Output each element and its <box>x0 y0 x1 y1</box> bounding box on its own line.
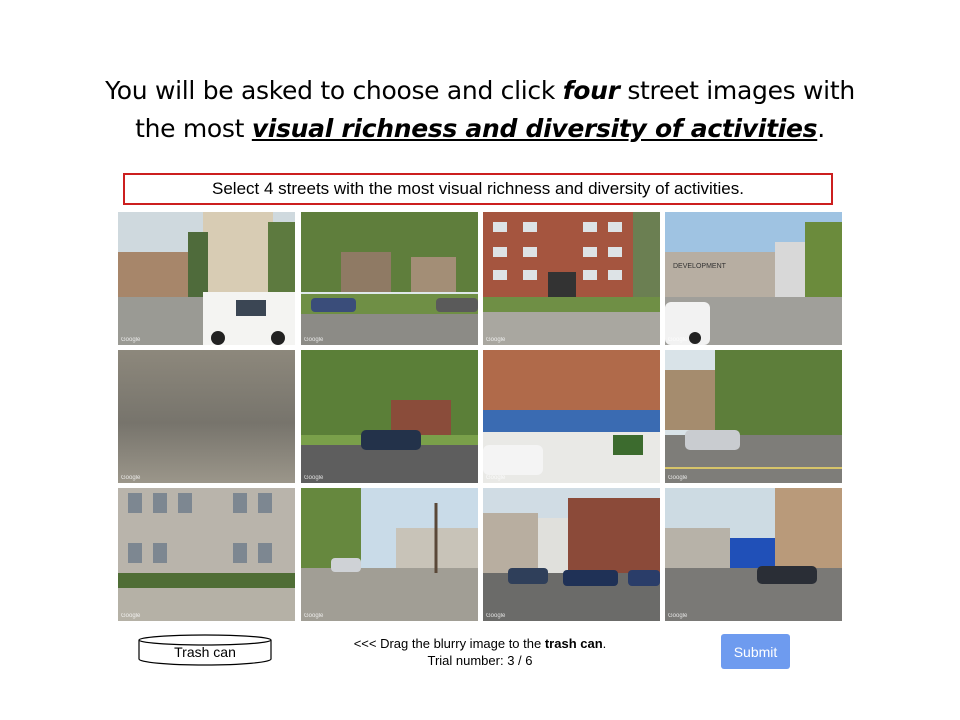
street-image-r2c4[interactable]: Google <box>665 350 842 483</box>
watermark: Google <box>668 337 688 343</box>
trial-number: Trial number: 3 / 6 <box>427 653 533 668</box>
drag-message-end: . <box>602 636 607 651</box>
business-sign: DEVELOPMENT <box>673 263 727 270</box>
watermark: Google <box>668 475 688 481</box>
street-image-r3c3[interactable]: Google <box>483 488 660 621</box>
watermark: Google <box>304 613 324 619</box>
street-image-r1c1[interactable]: Google <box>118 212 295 345</box>
street-photo: DEVELOPMENT <box>665 212 842 345</box>
street-image-r2c2[interactable]: Google <box>301 350 478 483</box>
street-photo <box>483 488 660 621</box>
instruction-line-1: You will be asked to choose and click fo… <box>40 72 920 110</box>
street-image-r2c3[interactable]: Google <box>483 350 660 483</box>
instruction-text: You will be asked to choose and click fo… <box>40 72 920 148</box>
street-photo <box>118 488 295 621</box>
street-photo <box>301 488 478 621</box>
instruction-emphasis-four: four <box>562 76 620 105</box>
street-photo <box>301 212 478 345</box>
drag-instructions: <<< Drag the blurry image to the trash c… <box>320 635 640 669</box>
street-photo <box>483 350 660 483</box>
street-image-r1c3[interactable]: Google <box>483 212 660 345</box>
watermark: Google <box>486 337 506 343</box>
drag-message-text: <<< Drag the blurry image to the <box>353 636 545 651</box>
street-image-r3c2[interactable]: Google <box>301 488 478 621</box>
street-photo <box>665 488 842 621</box>
street-photo <box>301 350 478 483</box>
street-image-r1c4[interactable]: DEVELOPMENT Google <box>665 212 842 345</box>
street-image-r1c2[interactable]: Google <box>301 212 478 345</box>
street-image-r3c4[interactable]: Google <box>665 488 842 621</box>
street-photo <box>118 212 295 345</box>
blurry-street-photo <box>118 350 295 483</box>
watermark: Google <box>304 475 324 481</box>
watermark: Google <box>486 475 506 481</box>
trash-can-dropzone[interactable]: Trash can <box>138 634 272 666</box>
watermark: Google <box>486 613 506 619</box>
instruction-line1-post: street images with <box>619 76 855 105</box>
watermark: Google <box>304 337 324 343</box>
instruction-line2-pre: the most <box>135 114 252 143</box>
instruction-line2-post: . <box>817 114 825 143</box>
submit-button[interactable]: Submit <box>721 634 790 669</box>
street-image-grid: Google Google Google DEVELOPMENT Google … <box>118 212 842 621</box>
trash-can-label: Trash can <box>174 644 236 660</box>
watermark: Google <box>121 475 141 481</box>
street-image-r3c1[interactable]: Google <box>118 488 295 621</box>
instruction-line1-pre: You will be asked to choose and click <box>105 76 563 105</box>
watermark: Google <box>121 613 141 619</box>
street-photo <box>483 212 660 345</box>
drag-message: <<< Drag the blurry image to the trash c… <box>320 635 640 652</box>
watermark: Google <box>121 337 141 343</box>
instruction-emphasis-criteria: visual richness and diversity of activit… <box>251 114 818 143</box>
drag-message-target: trash can <box>544 636 603 651</box>
street-image-r2c1[interactable]: Google <box>118 350 295 483</box>
selection-prompt: Select 4 streets with the most visual ri… <box>123 173 833 205</box>
instruction-line-2: the most visual richness and diversity o… <box>40 110 920 148</box>
watermark: Google <box>668 613 688 619</box>
street-photo <box>665 350 842 483</box>
